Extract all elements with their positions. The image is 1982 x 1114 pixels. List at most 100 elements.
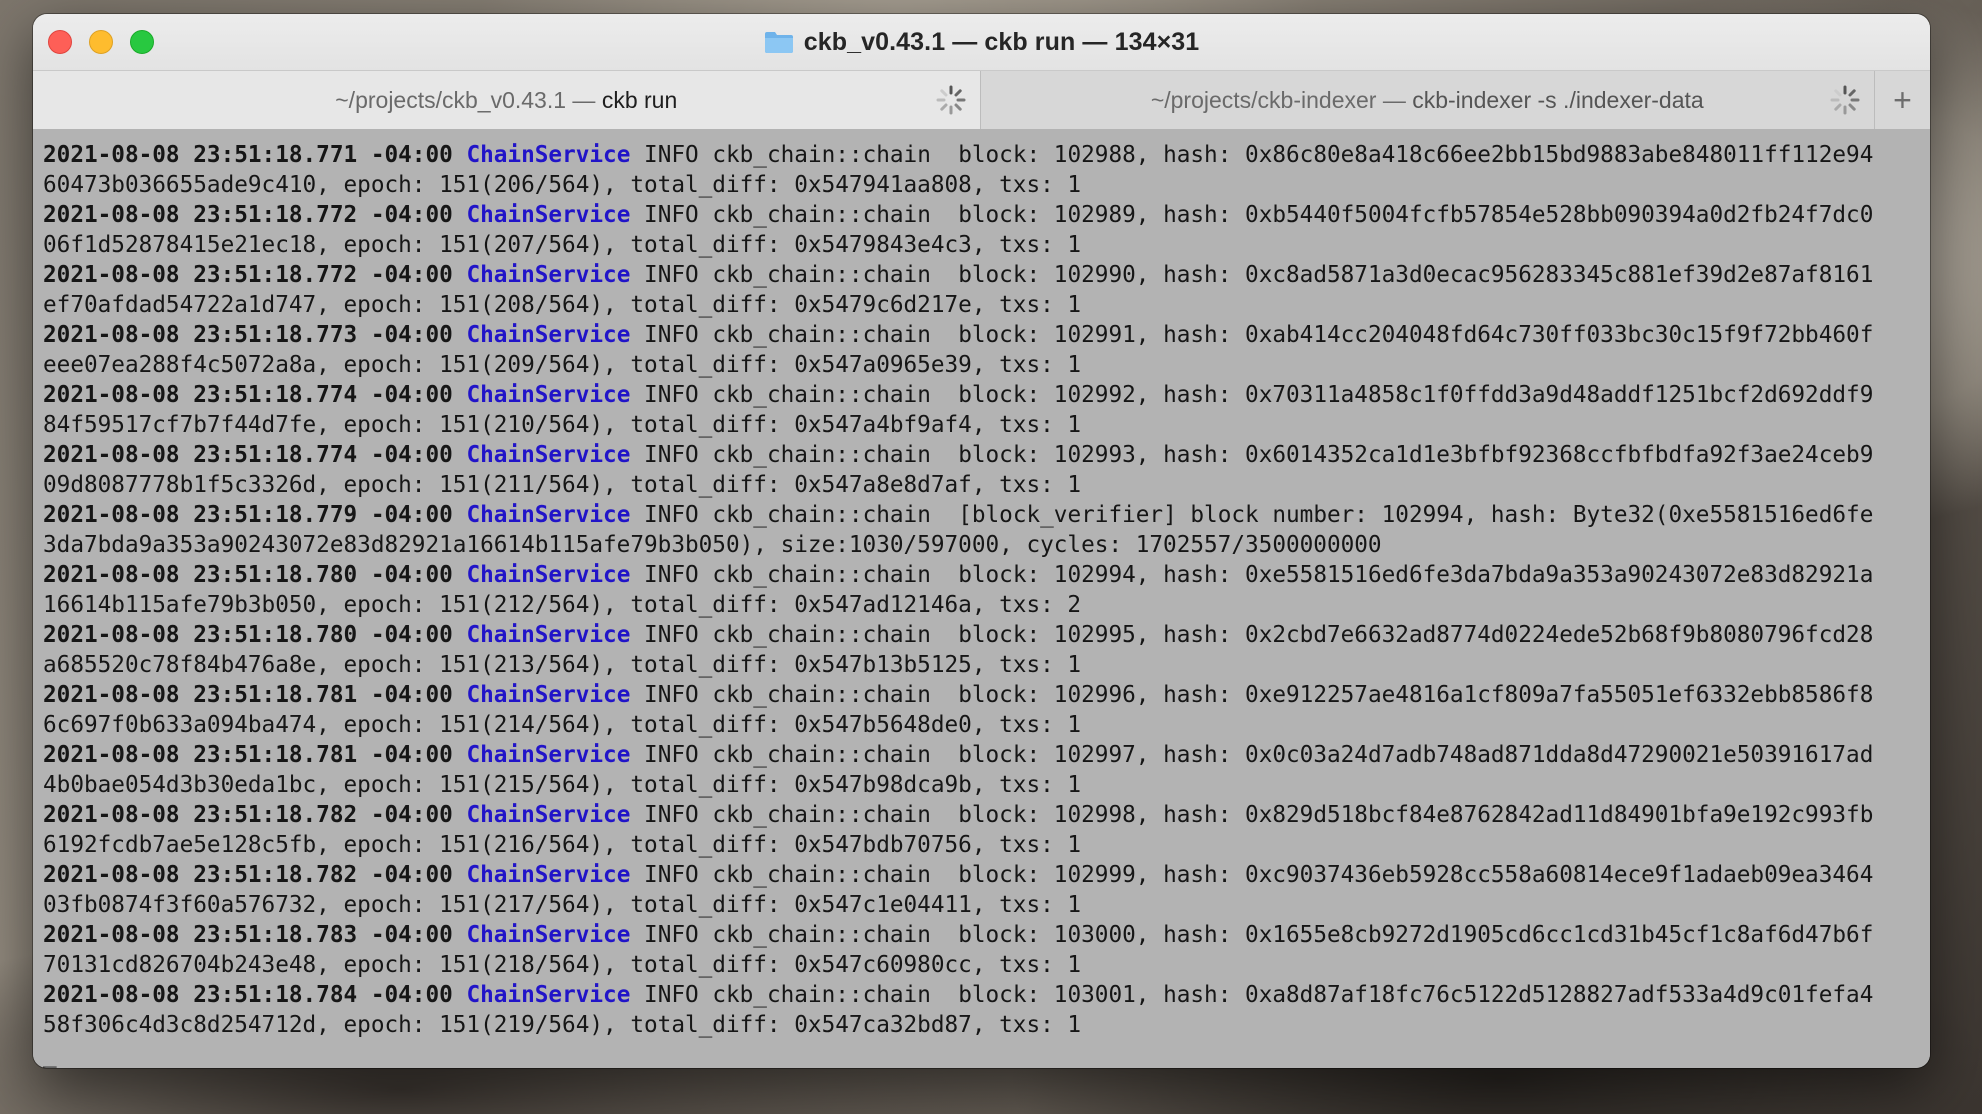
minimize-button[interactable]	[89, 30, 113, 54]
log-line: 2021-08-08 23:51:18.773 -04:00 ChainServ…	[43, 320, 1930, 350]
log-service: ChainService	[466, 322, 631, 348]
log-line: 2021-08-08 23:51:18.774 -04:00 ChainServ…	[43, 440, 1930, 470]
terminal-cursor: _	[43, 1042, 57, 1068]
log-timestamp: 2021-08-08 23:51:18.780 -04:00	[43, 562, 453, 588]
log-line: 2021-08-08 23:51:18.780 -04:00 ChainServ…	[43, 560, 1930, 590]
plus-icon: +	[1893, 81, 1912, 118]
log-timestamp: 2021-08-08 23:51:18.774 -04:00	[43, 382, 453, 408]
log-text: 6c697f0b633a094ba474, epoch: 151(214/564…	[43, 712, 1082, 738]
log-text: eee07ea288f4c5072a8a, epoch: 151(209/564…	[43, 352, 1082, 378]
log-text: INFO ckb_chain::chain block: 102992, has…	[630, 382, 1874, 408]
title-bar[interactable]: ckb_v0.43.1 — ckb run — 134×31	[33, 14, 1930, 70]
tab-label: ~/projects/ckb_v0.43.1 — ckb run	[335, 87, 677, 114]
log-timestamp: 2021-08-08 23:51:18.772 -04:00	[43, 202, 453, 228]
tab-command: ckb run	[601, 86, 678, 113]
log-line: 03fb0874f3f60a576732, epoch: 151(217/564…	[43, 890, 1930, 920]
log-text: 58f306c4d3c8d254712d, epoch: 151(219/564…	[43, 1012, 1082, 1038]
log-text: 16614b115afe79b3b050, epoch: 151(212/564…	[43, 592, 1082, 618]
terminal-output[interactable]: 2021-08-08 23:51:18.771 -04:00 ChainServ…	[33, 129, 1930, 1068]
log-service: ChainService	[466, 802, 631, 828]
folder-icon	[764, 32, 793, 53]
log-service: ChainService	[466, 682, 631, 708]
log-line: 2021-08-08 23:51:18.782 -04:00 ChainServ…	[43, 860, 1930, 890]
log-line: 4b0bae054d3b30eda1bc, epoch: 151(215/564…	[43, 770, 1930, 800]
log-text: 4b0bae054d3b30eda1bc, epoch: 151(215/564…	[43, 772, 1082, 798]
log-line: 70131cd826704b243e48, epoch: 151(218/564…	[43, 950, 1930, 980]
log-text: INFO ckb_chain::chain block: 102996, has…	[630, 682, 1874, 708]
log-line: 2021-08-08 23:51:18.782 -04:00 ChainServ…	[43, 800, 1930, 830]
log-text: INFO ckb_chain::chain block: 102995, has…	[630, 622, 1874, 648]
window-title-group: ckb_v0.43.1 — ckb run — 134×31	[764, 28, 1200, 57]
log-text: INFO ckb_chain::chain block: 102993, has…	[630, 442, 1874, 468]
log-text: 60473b036655ade9c410, epoch: 151(206/564…	[43, 172, 1082, 198]
terminal-window: ckb_v0.43.1 — ckb run — 134×31 ~/project…	[33, 14, 1930, 1068]
log-text: a685520c78f84b476a8e, epoch: 151(213/564…	[43, 652, 1082, 678]
log-text: INFO ckb_chain::chain block: 102991, has…	[630, 322, 1874, 348]
log-service: ChainService	[466, 562, 631, 588]
log-line: 2021-08-08 23:51:18.772 -04:00 ChainServ…	[43, 260, 1930, 290]
log-line: eee07ea288f4c5072a8a, epoch: 151(209/564…	[43, 350, 1930, 380]
log-timestamp: 2021-08-08 23:51:18.774 -04:00	[43, 442, 453, 468]
maximize-button[interactable]	[130, 30, 154, 54]
spinner-icon	[1830, 85, 1860, 115]
log-text: INFO ckb_chain::chain block: 102997, has…	[630, 742, 1874, 768]
log-line: 84f59517cf7b7f44d7fe, epoch: 151(210/564…	[43, 410, 1930, 440]
log-timestamp: 2021-08-08 23:51:18.784 -04:00	[43, 982, 453, 1008]
log-line: 2021-08-08 23:51:18.771 -04:00 ChainServ…	[43, 140, 1930, 170]
log-text: 09d8087778b1f5c3326d, epoch: 151(211/564…	[43, 472, 1082, 498]
log-line: 58f306c4d3c8d254712d, epoch: 151(219/564…	[43, 1010, 1930, 1040]
tab-path: ~/projects/ckb_v0.43.1 —	[335, 86, 602, 113]
log-service: ChainService	[466, 262, 631, 288]
log-text: 03fb0874f3f60a576732, epoch: 151(217/564…	[43, 892, 1082, 918]
log-line: 6192fcdb7ae5e128c5fb, epoch: 151(216/564…	[43, 830, 1930, 860]
log-timestamp: 2021-08-08 23:51:18.780 -04:00	[43, 622, 453, 648]
log-service: ChainService	[466, 442, 631, 468]
log-line: 3da7bda9a353a90243072e83d82921a16614b115…	[43, 530, 1930, 560]
log-line: 60473b036655ade9c410, epoch: 151(206/564…	[43, 170, 1930, 200]
log-text: INFO ckb_chain::chain block: 102998, has…	[630, 802, 1874, 828]
log-text: INFO ckb_chain::chain block: 102990, has…	[630, 262, 1874, 288]
log-service: ChainService	[466, 982, 631, 1008]
log-timestamp: 2021-08-08 23:51:18.779 -04:00	[43, 502, 453, 528]
log-text: ef70afdad54722a1d747, epoch: 151(208/564…	[43, 292, 1082, 318]
log-timestamp: 2021-08-08 23:51:18.771 -04:00	[43, 142, 453, 168]
log-timestamp: 2021-08-08 23:51:18.772 -04:00	[43, 262, 453, 288]
log-text: 70131cd826704b243e48, epoch: 151(218/564…	[43, 952, 1082, 978]
window-title: ckb_v0.43.1 — ckb run — 134×31	[803, 27, 1200, 56]
log-text: INFO ckb_chain::chain block: 103001, has…	[630, 982, 1874, 1008]
log-line: 2021-08-08 23:51:18.779 -04:00 ChainServ…	[43, 500, 1930, 530]
log-line: 2021-08-08 23:51:18.781 -04:00 ChainServ…	[43, 740, 1930, 770]
log-timestamp: 2021-08-08 23:51:18.783 -04:00	[43, 922, 453, 948]
log-text: INFO ckb_chain::chain block: 102994, has…	[630, 562, 1874, 588]
log-service: ChainService	[466, 502, 631, 528]
log-line: 6c697f0b633a094ba474, epoch: 151(214/564…	[43, 710, 1930, 740]
log-line: 06f1d52878415e21ec18, epoch: 151(207/564…	[43, 230, 1930, 260]
log-timestamp: 2021-08-08 23:51:18.781 -04:00	[43, 742, 453, 768]
spinner-icon	[936, 85, 965, 115]
log-line: 2021-08-08 23:51:18.781 -04:00 ChainServ…	[43, 680, 1930, 710]
log-line: 16614b115afe79b3b050, epoch: 151(212/564…	[43, 590, 1930, 620]
log-service: ChainService	[466, 922, 631, 948]
log-text: INFO ckb_chain::chain [block_verifier] b…	[630, 502, 1874, 528]
log-service: ChainService	[466, 142, 631, 168]
tab-label: ~/projects/ckb-indexer — ckb-indexer -s …	[1151, 87, 1704, 114]
tab-path: ~/projects/ckb-indexer —	[1150, 86, 1413, 113]
log-service: ChainService	[466, 202, 631, 228]
log-line: 2021-08-08 23:51:18.780 -04:00 ChainServ…	[43, 620, 1930, 650]
log-timestamp: 2021-08-08 23:51:18.781 -04:00	[43, 682, 453, 708]
new-tab-button[interactable]: +	[1874, 71, 1930, 129]
log-timestamp: 2021-08-08 23:51:18.782 -04:00	[43, 862, 453, 888]
log-text: INFO ckb_chain::chain block: 103000, has…	[630, 922, 1874, 948]
log-timestamp: 2021-08-08 23:51:18.782 -04:00	[43, 802, 453, 828]
log-timestamp: 2021-08-08 23:51:18.773 -04:00	[43, 322, 453, 348]
tab-command: ckb-indexer -s ./indexer-data	[1412, 86, 1704, 113]
log-text: 3da7bda9a353a90243072e83d82921a16614b115…	[43, 532, 1382, 558]
log-text: INFO ckb_chain::chain block: 102988, has…	[630, 142, 1874, 168]
tab-ckb-run[interactable]: ~/projects/ckb_v0.43.1 — ckb run	[33, 71, 980, 129]
tab-ckb-indexer[interactable]: ~/projects/ckb-indexer — ckb-indexer -s …	[979, 71, 1875, 129]
log-text: 84f59517cf7b7f44d7fe, epoch: 151(210/564…	[43, 412, 1082, 438]
log-line: 2021-08-08 23:51:18.772 -04:00 ChainServ…	[43, 200, 1930, 230]
close-button[interactable]	[48, 30, 72, 54]
log-line: ef70afdad54722a1d747, epoch: 151(208/564…	[43, 290, 1930, 320]
log-service: ChainService	[466, 862, 631, 888]
